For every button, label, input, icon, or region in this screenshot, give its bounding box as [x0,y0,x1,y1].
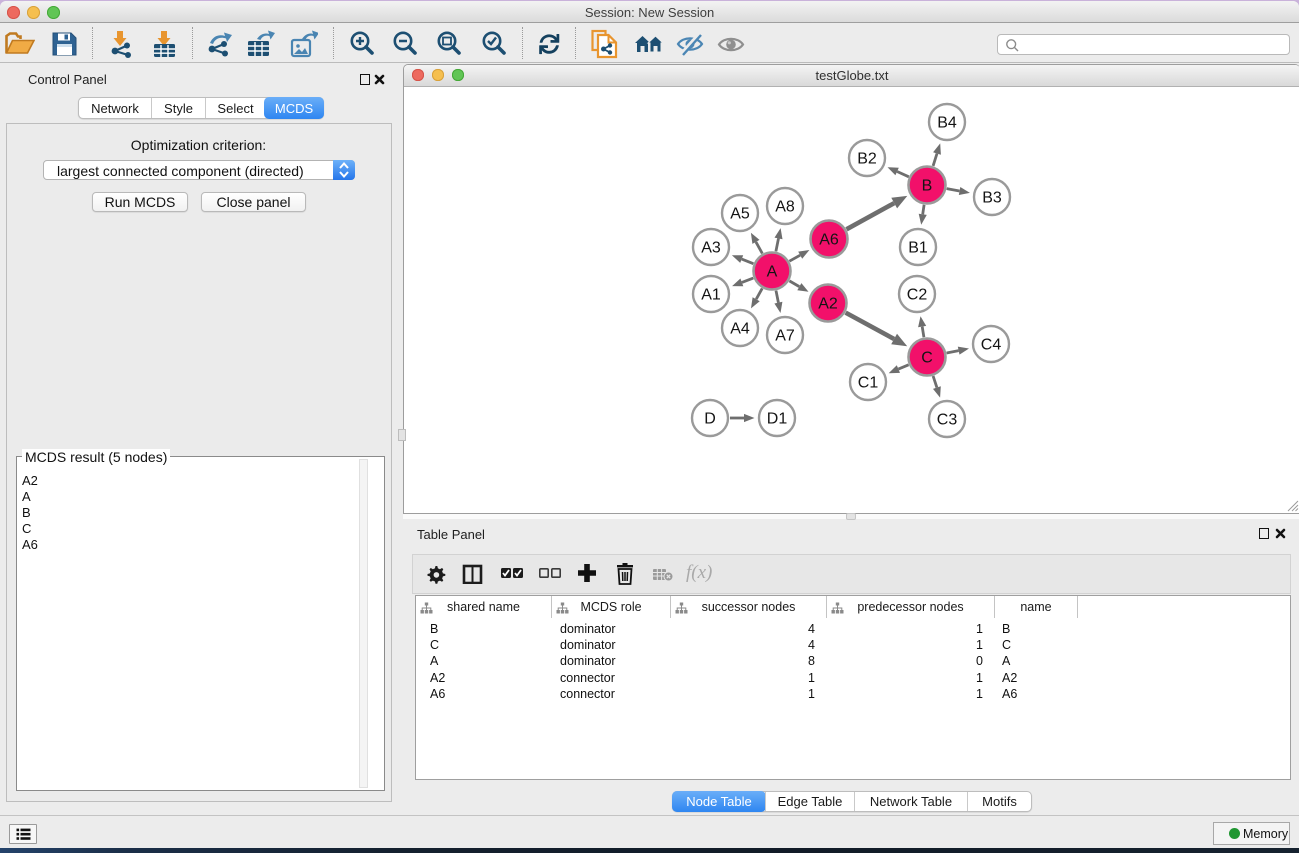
svg-text:B2: B2 [857,151,877,168]
svg-text:A8: A8 [775,199,795,216]
svg-text:B1: B1 [908,240,928,257]
svg-text:A4: A4 [730,321,750,338]
svg-text:B: B [922,178,933,195]
svg-text:C4: C4 [981,337,1002,354]
svg-text:D1: D1 [767,411,788,428]
svg-text:A3: A3 [701,240,721,257]
svg-text:C: C [921,350,933,367]
svg-text:A: A [767,264,778,281]
svg-text:A5: A5 [730,206,750,223]
svg-text:D: D [704,411,716,428]
svg-text:A2: A2 [818,296,838,313]
svg-text:B4: B4 [937,115,957,132]
svg-text:B3: B3 [982,190,1002,207]
svg-text:C2: C2 [907,287,928,304]
svg-text:C1: C1 [858,375,879,392]
svg-text:A1: A1 [701,287,721,304]
svg-text:A6: A6 [819,232,839,249]
svg-text:A7: A7 [775,328,795,345]
svg-text:C3: C3 [937,412,958,429]
